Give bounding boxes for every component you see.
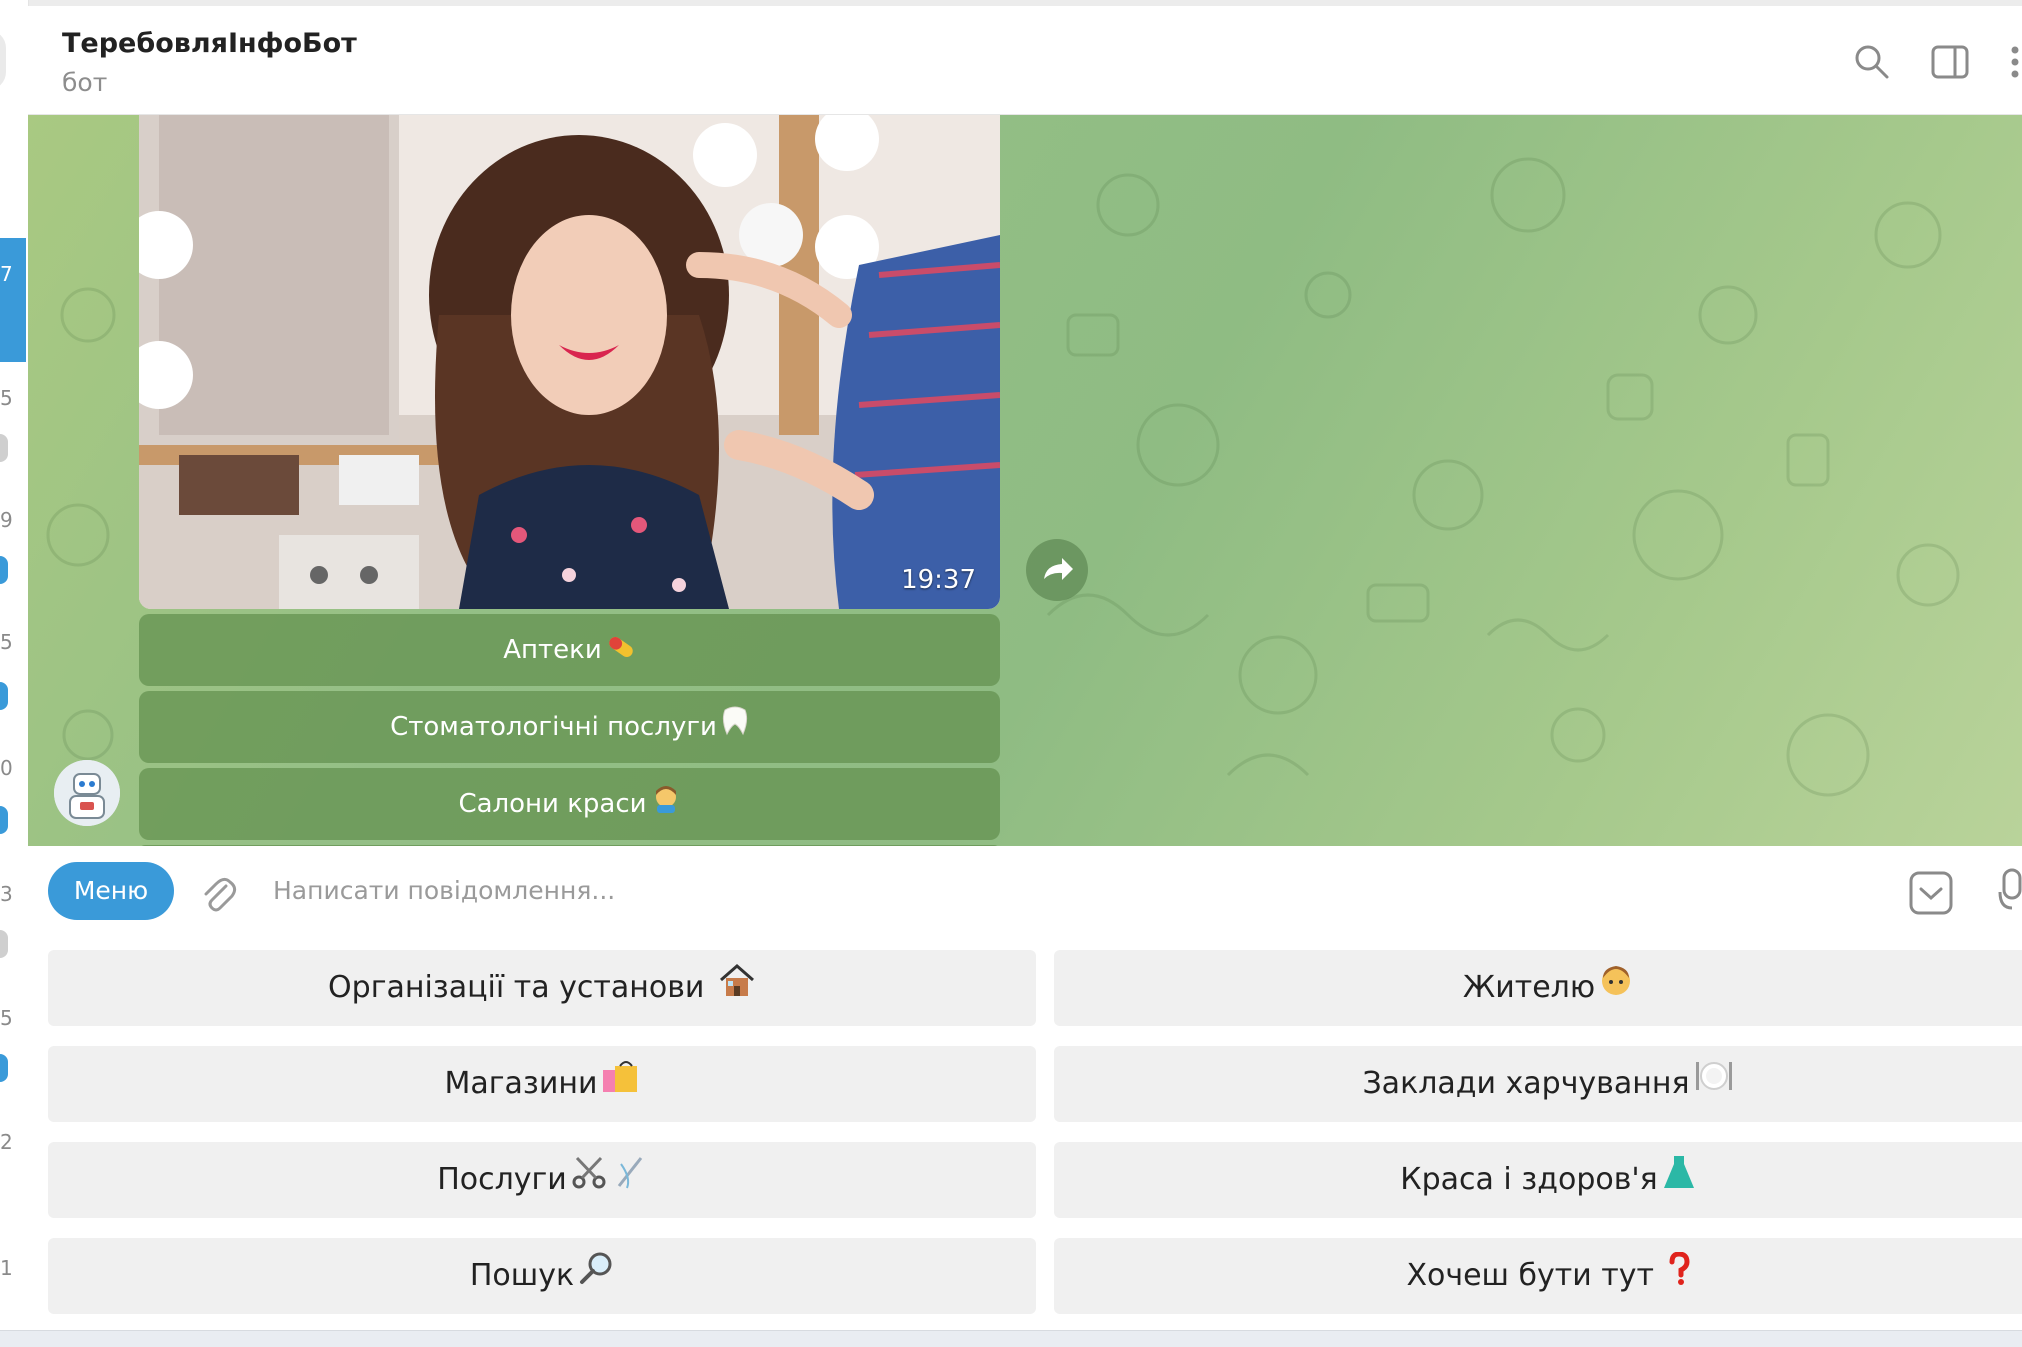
man-emoji xyxy=(1599,951,1633,1027)
message-composer: Меню Написати повідомлення... xyxy=(28,846,2022,940)
magnifier-emoji xyxy=(578,1239,614,1315)
shopping-bags-emoji xyxy=(601,1047,639,1123)
unread-dot xyxy=(0,434,8,462)
reply-keyboard: Організації та установи Жителю Магазини … xyxy=(28,940,2022,1330)
chat-list-badge: 3 xyxy=(0,882,13,906)
chat-title: ТеребовляІнфоБот xyxy=(62,28,357,59)
chat-list-avatar[interactable] xyxy=(0,30,6,90)
keyboard-button-want-be-here[interactable]: Хочеш бути тут xyxy=(1054,1238,2022,1314)
keyboard-button-food[interactable]: Заклади харчування xyxy=(1054,1046,2022,1122)
forward-button[interactable] xyxy=(1026,539,1088,601)
keyboard-button-label: Хочеш бути тут xyxy=(1406,1258,1664,1293)
dress-emoji xyxy=(1662,1143,1696,1219)
forward-arrow-icon xyxy=(1044,558,1073,580)
sidebar-toggle-icon[interactable] xyxy=(1930,42,1970,82)
unread-dot xyxy=(0,556,8,584)
os-taskbar xyxy=(0,1330,2022,1347)
chat-list-badge: 2 xyxy=(0,1130,13,1154)
keyboard-button-resident[interactable]: Жителю xyxy=(1054,950,2022,1026)
house-emoji xyxy=(718,951,756,1027)
question-mark-emoji xyxy=(1668,1239,1690,1315)
salon-photo-illustration xyxy=(139,115,1000,609)
microphone-icon[interactable] xyxy=(1998,868,2022,918)
tooth-emoji xyxy=(721,692,749,764)
message-time: 19:37 xyxy=(901,565,976,595)
keyboard-button-label: Жителю xyxy=(1462,970,1596,1005)
unread-dot xyxy=(0,806,8,834)
message-photo[interactable]: 19:37 xyxy=(139,115,1000,609)
keyboard-button-label: Послуги xyxy=(437,1162,567,1197)
bot-avatar[interactable] xyxy=(54,760,120,826)
keyboard-button-label: Пошук xyxy=(469,1258,575,1293)
unread-dot xyxy=(0,1054,8,1082)
keyboard-button-label: Краса і здоров'я xyxy=(1400,1162,1658,1197)
message-input[interactable]: Написати повідомлення... xyxy=(273,876,615,905)
chat-subtitle: бот xyxy=(62,68,108,97)
chat-list-strip: 7 5 9 5 0 3 5 2 1 xyxy=(0,0,29,1346)
chat-list-badge: 5 xyxy=(0,386,13,410)
pill-emoji xyxy=(606,615,636,687)
chat-list-badge: 5 xyxy=(0,1006,13,1030)
plate-emoji xyxy=(1694,1047,1734,1123)
inline-button-label: Аптеки xyxy=(503,635,602,665)
keyboard-button-organizations[interactable]: Організації та установи xyxy=(48,950,1036,1026)
chat-list-badge: 7 xyxy=(0,262,13,286)
chat-list-badge: 9 xyxy=(0,508,13,532)
menu-button[interactable]: Меню xyxy=(48,862,174,920)
search-icon[interactable] xyxy=(1852,42,1892,82)
inline-button-pharmacies[interactable]: Аптеки xyxy=(139,614,1000,686)
unread-dot xyxy=(0,930,8,958)
keyboard-toggle-icon[interactable] xyxy=(1908,870,1954,916)
inline-button-label: Салони краси xyxy=(458,789,647,819)
scissors-needle-emoji xyxy=(571,1143,647,1219)
keyboard-button-label: Організації та установи xyxy=(328,970,714,1005)
chat-list-badge: 0 xyxy=(0,756,13,780)
robot-avatar-image xyxy=(54,760,120,826)
inline-button-beauty-salons[interactable]: Салони краси xyxy=(139,768,1000,840)
haircut-emoji xyxy=(651,769,681,841)
inline-button-dental[interactable]: Стоматологічні послуги xyxy=(139,691,1000,763)
keyboard-button-services[interactable]: Послуги xyxy=(48,1142,1036,1218)
keyboard-button-search[interactable]: Пошук xyxy=(48,1238,1036,1314)
chat-list-badge: 5 xyxy=(0,630,13,654)
unread-dot xyxy=(0,682,8,710)
chat-header[interactable]: ТеребовляІнфоБот бот xyxy=(28,6,2022,115)
keyboard-button-label: Магазини xyxy=(444,1066,598,1101)
more-options-icon[interactable] xyxy=(2008,42,2022,82)
attach-icon[interactable] xyxy=(196,872,240,916)
chat-list-badge: 1 xyxy=(0,1256,13,1280)
chat-list-active-item[interactable] xyxy=(0,238,26,362)
keyboard-button-label: Заклади харчування xyxy=(1362,1066,1690,1101)
keyboard-button-beauty-health[interactable]: Краса і здоров'я xyxy=(1054,1142,2022,1218)
chat-area[interactable]: 19:37 Аптеки Стоматологічні послуги Сало… xyxy=(28,115,2022,846)
keyboard-button-shops[interactable]: Магазини xyxy=(48,1046,1036,1122)
inline-button-label: Стоматологічні послуги xyxy=(390,712,717,742)
